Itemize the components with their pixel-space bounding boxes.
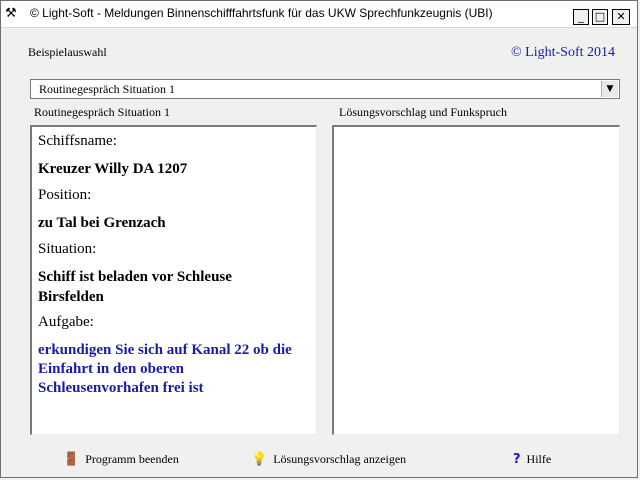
left-panel-heading: Routinegespräch Situation 1 xyxy=(34,105,170,119)
task-value: erkundigen Sie sich auf Kanal 22 ob die … xyxy=(38,342,292,396)
ship-name-label: Schiffsname: xyxy=(38,133,117,149)
maximize-button[interactable]: □ xyxy=(592,9,608,25)
question-mark-icon: ? xyxy=(513,451,521,467)
task-label: Aufgabe: xyxy=(38,314,94,330)
solution-panel[interactable] xyxy=(332,125,620,435)
example-select[interactable]: Routinegespräch Situation 1 ▼ xyxy=(30,79,620,99)
minimize-button[interactable]: _ xyxy=(573,9,589,25)
app-window: ⚒ © Light-Soft - Meldungen Binnenschifff… xyxy=(0,0,638,478)
help-label: Hilfe xyxy=(526,451,552,466)
situation-value: Schiff ist beladen vor Schleuse Birsfeld… xyxy=(38,269,232,305)
lightbulb-icon: 💡 xyxy=(251,451,268,467)
position-value: zu Tal bei Grenzach xyxy=(38,215,166,231)
copyright-label: © Light-Soft 2014 xyxy=(511,45,615,60)
window-title: © Light-Soft - Meldungen Binnenschifffah… xyxy=(30,6,493,20)
app-icon[interactable]: ⚒ xyxy=(5,6,23,22)
position-label: Position: xyxy=(38,187,92,203)
scenario-panel: Schiffsname: Kreuzer Willy DA 1207 Posit… xyxy=(30,125,317,435)
show-solution-label: Lösungsvorschlag anzeigen xyxy=(273,451,407,466)
example-selection-label: Beispielauswahl xyxy=(28,45,107,59)
title-bar: ⚒ © Light-Soft - Meldungen Binnenschifff… xyxy=(1,1,637,28)
show-solution-button[interactable]: 💡 Lösungsvorschlag anzeigen xyxy=(251,449,406,469)
exit-program-button[interactable]: 🚪 Programm beenden xyxy=(63,449,179,469)
door-exit-icon: 🚪 xyxy=(63,451,80,467)
close-button[interactable]: ✕ xyxy=(612,9,630,25)
help-button[interactable]: ? Hilfe xyxy=(513,449,551,469)
chevron-down-icon[interactable]: ▼ xyxy=(601,81,618,97)
exit-program-label: Programm beenden xyxy=(85,451,179,466)
example-select-value: Routinegespräch Situation 1 xyxy=(39,82,175,96)
ship-name-value: Kreuzer Willy DA 1207 xyxy=(38,161,188,177)
right-panel-heading: Lösungsvorschlag und Funkspruch xyxy=(339,105,507,119)
situation-label: Situation: xyxy=(38,241,97,257)
